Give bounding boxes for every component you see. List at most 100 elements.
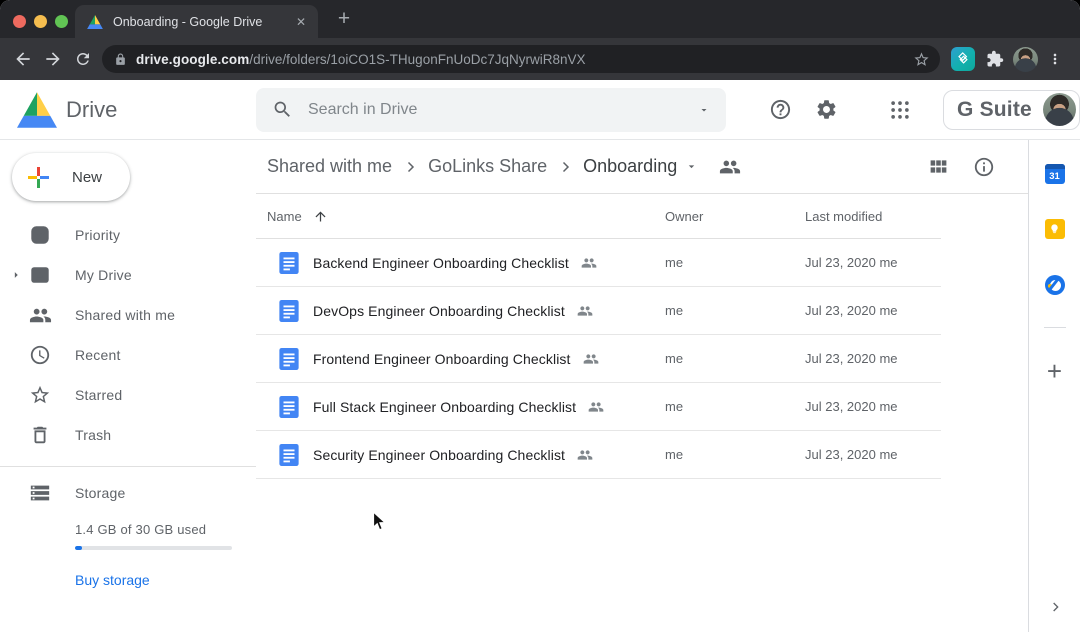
sidebar-nav: Priority My Drive Shared wit <box>0 215 256 455</box>
details-button[interactable] <box>972 155 996 179</box>
file-name[interactable]: Full Stack Engineer Onboarding Checklist <box>313 399 576 415</box>
file-name[interactable]: DevOps Engineer Onboarding Checklist <box>313 303 565 319</box>
expand-panel-button[interactable] <box>1029 599 1080 615</box>
browser-tab[interactable]: Onboarding - Google Drive ✕ <box>75 5 318 38</box>
breadcrumb-golinks-share[interactable]: GoLinks Share <box>428 156 547 177</box>
table-row[interactable]: DevOps Engineer Onboarding Checklist me … <box>256 287 941 335</box>
calendar-app-icon[interactable]: 31 <box>1045 164 1065 184</box>
search-bar[interactable]: Search in Drive <box>256 88 726 132</box>
drive-logo[interactable]: Drive <box>0 92 256 128</box>
browser-profile-button[interactable] <box>1010 44 1040 74</box>
sidebar-item-priority[interactable]: Priority <box>0 215 256 255</box>
url-text[interactable]: drive.google.com/drive/folders/1oiCO1S-T… <box>136 52 905 67</box>
column-header-name[interactable]: Name <box>256 209 665 224</box>
more-vert-icon <box>1047 51 1063 67</box>
file-name[interactable]: Frontend Engineer Onboarding Checklist <box>313 351 571 367</box>
account-avatar[interactable] <box>1043 93 1076 126</box>
sidebar-item-my-drive[interactable]: My Drive <box>0 255 256 295</box>
sidebar-item-storage[interactable]: Storage <box>0 473 256 513</box>
table-row[interactable]: Backend Engineer Onboarding Checklist me… <box>256 239 941 287</box>
window-minimize-button[interactable] <box>34 15 47 28</box>
sidebar-item-trash[interactable]: Trash <box>0 415 256 455</box>
rail-divider <box>1044 327 1066 328</box>
sidebar-item-starred[interactable]: Starred <box>0 375 256 415</box>
storage-progress-bar <box>75 546 232 550</box>
new-tab-button[interactable]: + <box>331 6 357 32</box>
new-button[interactable]: New <box>12 153 130 201</box>
file-owner: me <box>665 255 805 270</box>
expand-arrow-icon[interactable] <box>8 268 24 282</box>
grid-view-button[interactable] <box>926 155 950 179</box>
google-doc-icon <box>278 251 300 275</box>
file-modified: Jul 23, 2020 me <box>805 303 941 318</box>
table-row[interactable]: Full Stack Engineer Onboarding Checklist… <box>256 383 941 431</box>
url-path: /drive/folders/1oiCO1S-THugonFnUoDc7JqNy… <box>249 52 585 67</box>
window-close-button[interactable] <box>13 15 26 28</box>
file-table: Name Owner Last modified Backend Enginee… <box>256 194 941 479</box>
extensions-button[interactable] <box>980 44 1010 74</box>
browser-profile-avatar <box>1013 47 1038 72</box>
search-options-caret-icon[interactable] <box>698 104 710 116</box>
account-chip[interactable]: G Suite <box>943 90 1080 130</box>
shared-people-icon <box>577 303 593 319</box>
file-name[interactable]: Backend Engineer Onboarding Checklist <box>313 255 569 271</box>
help-button[interactable] <box>768 98 792 122</box>
reload-icon <box>74 50 92 68</box>
breadcrumb-chevron-icon <box>556 158 574 176</box>
tab-close-icon[interactable]: ✕ <box>294 14 308 30</box>
multicolor-plus-icon <box>25 164 52 191</box>
https-lock-icon[interactable] <box>114 53 127 66</box>
google-apps-button[interactable] <box>888 98 912 122</box>
reload-button[interactable] <box>68 44 98 74</box>
google-drive-favicon <box>87 15 103 29</box>
add-addon-button[interactable]: + <box>1047 358 1062 384</box>
table-row[interactable]: Frontend Engineer Onboarding Checklist m… <box>256 335 941 383</box>
forward-arrow-icon <box>43 49 63 69</box>
breadcrumb-chevron-icon <box>401 158 419 176</box>
storage-icon <box>28 481 52 505</box>
drive-main: Shared with me GoLinks Share Onboarding <box>256 140 1028 632</box>
column-header-owner[interactable]: Owner <box>665 209 805 224</box>
keep-app-icon[interactable] <box>1045 219 1065 239</box>
help-icon <box>769 98 792 121</box>
sidebar-item-shared-with-me[interactable]: Shared with me <box>0 295 256 335</box>
sidebar-item-recent[interactable]: Recent <box>0 335 256 375</box>
google-doc-icon <box>278 395 300 419</box>
shared-people-icon <box>588 399 604 415</box>
search-icon[interactable] <box>272 99 293 120</box>
shared-people-icon <box>583 351 599 367</box>
breadcrumb-current-folder[interactable]: Onboarding <box>583 156 677 177</box>
drive-sidebar: New Priority My Drive <box>0 140 256 632</box>
bulb-icon <box>1049 223 1060 235</box>
buy-storage-link[interactable]: Buy storage <box>75 572 150 588</box>
column-header-modified[interactable]: Last modified <box>805 209 941 224</box>
shared-people-icon <box>581 255 597 271</box>
golinks-extension-icon[interactable] <box>951 47 975 71</box>
search-input[interactable]: Search in Drive <box>308 101 698 119</box>
priority-check-icon <box>28 223 52 247</box>
sort-ascending-icon[interactable] <box>313 209 328 224</box>
window-maximize-button[interactable] <box>55 15 68 28</box>
forward-button[interactable] <box>38 44 68 74</box>
star-icon <box>28 383 52 407</box>
address-bar[interactable]: drive.google.com/drive/folders/1oiCO1S-T… <box>102 45 940 73</box>
puzzle-icon <box>986 50 1004 68</box>
url-domain: drive.google.com <box>136 52 249 67</box>
bookmark-star-icon[interactable] <box>913 51 930 68</box>
table-row[interactable]: Security Engineer Onboarding Checklist m… <box>256 431 941 479</box>
shared-people-icon <box>577 447 593 463</box>
tasks-app-icon[interactable] <box>1045 275 1065 295</box>
file-modified: Jul 23, 2020 me <box>805 351 941 366</box>
folder-menu-caret-icon[interactable] <box>685 160 698 173</box>
google-doc-icon <box>278 299 300 323</box>
new-button-label: New <box>72 169 102 186</box>
file-owner: me <box>665 399 805 414</box>
browser-menu-button[interactable] <box>1040 44 1070 74</box>
file-name[interactable]: Security Engineer Onboarding Checklist <box>313 447 565 463</box>
browser-tabstrip: Onboarding - Google Drive ✕ + <box>0 0 1080 38</box>
side-panel-rail: 31 + <box>1028 140 1080 632</box>
settings-button[interactable] <box>814 98 838 122</box>
breadcrumb-shared-with-me[interactable]: Shared with me <box>267 156 392 177</box>
file-owner: me <box>665 351 805 366</box>
back-button[interactable] <box>8 44 38 74</box>
